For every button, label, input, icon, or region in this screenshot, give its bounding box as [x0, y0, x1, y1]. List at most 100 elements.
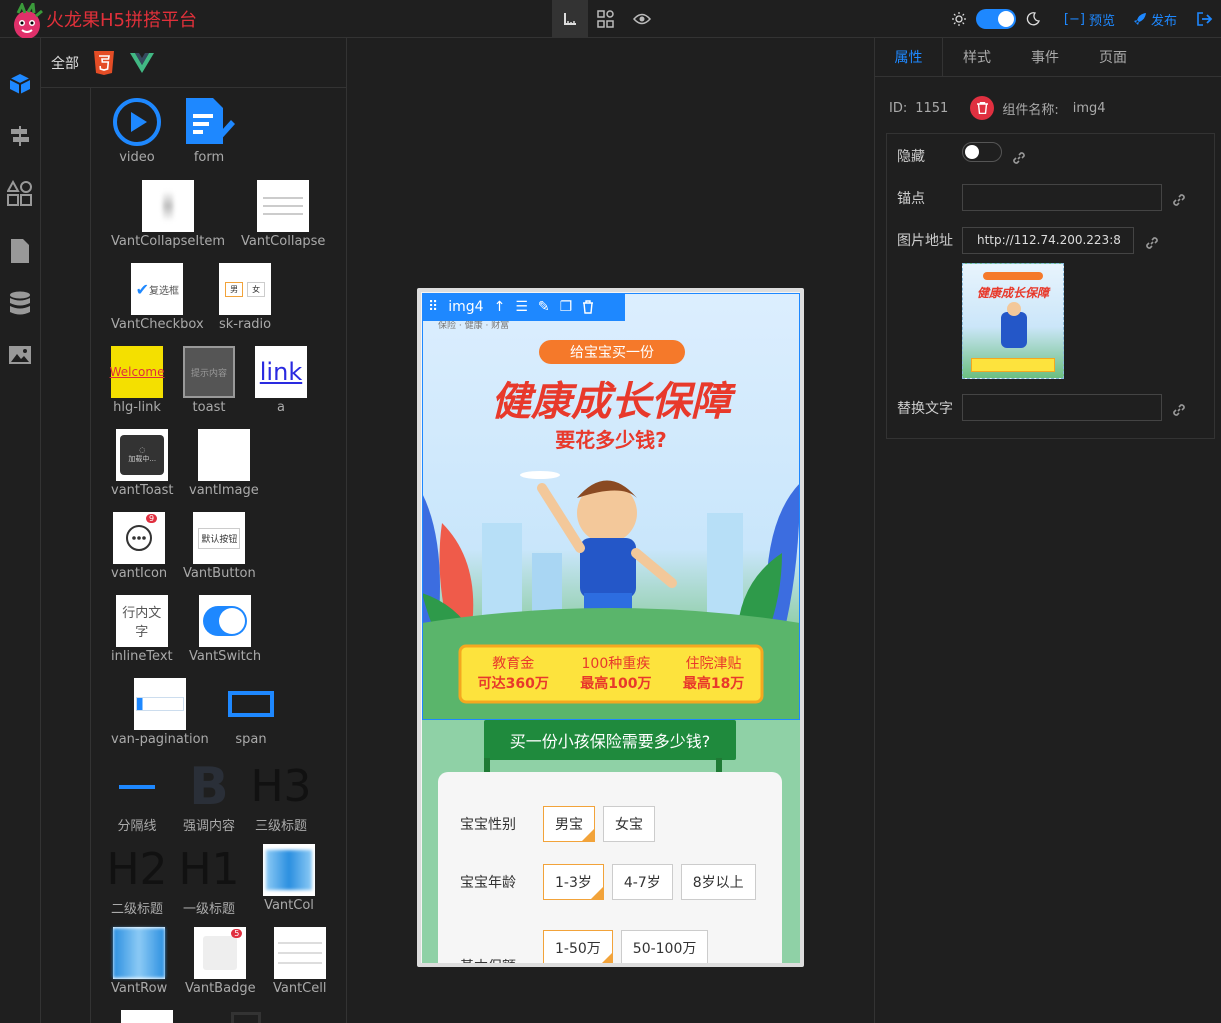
- component-vant-badge[interactable]: 5 VantBadge: [185, 927, 256, 996]
- app-title: 火龙果H5拼搭平台: [46, 10, 197, 31]
- component-vant-button[interactable]: 默认按钮 VantButton: [183, 512, 256, 581]
- moon-icon: [1026, 12, 1040, 26]
- component-h3[interactable]: H3 三级标题: [250, 761, 311, 834]
- theme-toggle[interactable]: [975, 9, 1016, 29]
- move-up-icon[interactable]: ↑: [494, 299, 506, 315]
- link-icon[interactable]: [1144, 235, 1160, 251]
- option-age-1-3[interactable]: 1-3岁: [543, 864, 604, 900]
- component-hlg-link[interactable]: Welcome hlg-link: [110, 346, 164, 415]
- rail-widgets[interactable]: [6, 179, 34, 207]
- link-icon[interactable]: [1011, 150, 1027, 166]
- preview-icon: [−]: [1063, 11, 1085, 27]
- section-title: 买一份小孩保险需要多少钱?: [484, 720, 736, 760]
- delete-icon[interactable]: [582, 300, 594, 314]
- play-circle-icon: [113, 98, 161, 146]
- option-coverage-1-50[interactable]: 1-50万: [543, 930, 613, 963]
- publish-button[interactable]: 发布: [1133, 10, 1177, 29]
- gender-row: 宝宝性别 男宝 女宝: [460, 806, 655, 842]
- layer-list-icon[interactable]: ☰: [515, 299, 528, 315]
- hide-label: 隐藏: [897, 149, 925, 165]
- component-span[interactable]: span: [225, 678, 277, 747]
- tab-properties[interactable]: 属性: [875, 38, 943, 76]
- image-preview[interactable]: 健康成长保障: [962, 263, 1064, 379]
- component-toast[interactable]: 提示内容 toast: [183, 346, 235, 415]
- image-icon: [9, 346, 31, 364]
- component-h1[interactable]: H1 一级标题: [178, 844, 239, 917]
- option-age-4-7[interactable]: 4-7岁: [611, 864, 673, 900]
- component-van-pagination[interactable]: van-pagination: [111, 678, 209, 747]
- tab-page[interactable]: 页面: [1079, 38, 1147, 76]
- tab-events[interactable]: 事件: [1011, 38, 1079, 76]
- component-panel: 全部 video form VantCollapseItem VantColla…: [41, 38, 347, 1023]
- alt-text-input[interactable]: [962, 394, 1162, 421]
- editor-canvas: 给宝宝买一份 保险 · 健康 · 财富 健康成长保障 要花多少钱? 教育金 可达3…: [347, 38, 874, 1023]
- apps-icon: [597, 10, 614, 28]
- component-vant-switch[interactable]: VantSwitch: [189, 595, 261, 664]
- option-boy[interactable]: 男宝: [543, 806, 595, 842]
- right-tools: [−] 预览 发布: [951, 0, 1213, 38]
- component-list: video form VantCollapseItem VantCollapse…: [90, 88, 347, 1023]
- rocket-icon: [1133, 13, 1146, 25]
- link-icon[interactable]: [1171, 402, 1187, 418]
- copy-icon[interactable]: ❐: [560, 299, 573, 315]
- option-coverage-50-100[interactable]: 50-100万: [620, 930, 709, 963]
- vue-icon[interactable]: [129, 52, 155, 74]
- tab-styles[interactable]: 样式: [943, 38, 1011, 76]
- rail-components[interactable]: [6, 70, 34, 98]
- component-vant-toast[interactable]: ◌ 加载中... vantToast: [111, 429, 174, 498]
- drag-handle-icon[interactable]: ⠿: [428, 299, 438, 315]
- alt-text-label: 替换文字: [897, 401, 953, 417]
- component-vant-checkbox[interactable]: ✔ 复选框 VantCheckbox: [111, 263, 204, 332]
- component-partial-2[interactable]: [231, 1012, 261, 1023]
- component-strong[interactable]: B 强调内容: [183, 761, 235, 834]
- hide-toggle[interactable]: [962, 142, 1002, 162]
- sun-icon: [951, 12, 966, 26]
- rail-pages[interactable]: [6, 237, 34, 265]
- preview-button[interactable]: [−] 预览: [1064, 10, 1115, 29]
- rail-data[interactable]: [6, 290, 34, 318]
- component-vant-icon[interactable]: 9 vantIcon: [111, 512, 167, 581]
- component-vant-collapse-item[interactable]: VantCollapseItem: [111, 180, 225, 249]
- delete-component-button[interactable]: [970, 96, 995, 120]
- image-url-input[interactable]: http://112.74.200.223:8: [962, 227, 1134, 254]
- component-tabs: 全部: [41, 38, 346, 88]
- link-icon[interactable]: [1171, 192, 1187, 208]
- property-tabs: 属性 样式 事件 页面: [875, 38, 1221, 77]
- component-h2[interactable]: H2 二级标题: [106, 844, 167, 917]
- rail-images[interactable]: [6, 341, 34, 369]
- component-vant-cell[interactable]: VantCell: [273, 927, 327, 996]
- ruler-button[interactable]: [552, 0, 588, 38]
- component-form[interactable]: form: [183, 96, 235, 165]
- component-video[interactable]: video: [111, 96, 163, 165]
- shapes-icon: [7, 180, 32, 206]
- rail-signpost[interactable]: [6, 122, 34, 150]
- database-icon: [10, 291, 30, 315]
- selection-outline: [422, 293, 800, 720]
- components-button[interactable]: [588, 0, 624, 38]
- html5-icon[interactable]: [93, 50, 115, 76]
- component-partial[interactable]: [121, 1010, 173, 1023]
- spinner-icon: ◌: [139, 446, 146, 454]
- component-a[interactable]: link a: [255, 346, 307, 415]
- component-vant-collapse[interactable]: VantCollapse: [241, 180, 325, 249]
- component-inline-text[interactable]: 行内文字 inlineText: [111, 595, 173, 664]
- form-icon: [186, 98, 235, 144]
- component-vant-row[interactable]: VantRow: [111, 927, 167, 996]
- component-vant-image[interactable]: vantImage: [189, 429, 259, 498]
- eye-button[interactable]: [624, 0, 660, 38]
- cube-icon: [9, 74, 31, 94]
- anchor-input[interactable]: [962, 184, 1162, 211]
- edit-text-icon[interactable]: ✎: [538, 299, 550, 315]
- component-sk-radio[interactable]: 男女 sk-radio: [219, 263, 271, 332]
- selection-toolbar: ⠿ img4 ↑ ☰ ✎ ❐: [422, 293, 625, 321]
- option-age-8-plus[interactable]: 8岁以上: [680, 864, 756, 900]
- file-icon: [11, 239, 29, 263]
- component-id-row: ID: 1151 组件名称: img4: [889, 96, 1106, 120]
- tab-all[interactable]: 全部: [51, 53, 79, 73]
- chat-icon: [126, 525, 153, 551]
- component-vant-col[interactable]: VantCol: [263, 844, 315, 913]
- option-girl[interactable]: 女宝: [603, 806, 655, 842]
- check-icon: ✔: [135, 279, 150, 299]
- logout-icon[interactable]: [1197, 12, 1213, 26]
- component-divider[interactable]: 分隔线: [111, 761, 163, 834]
